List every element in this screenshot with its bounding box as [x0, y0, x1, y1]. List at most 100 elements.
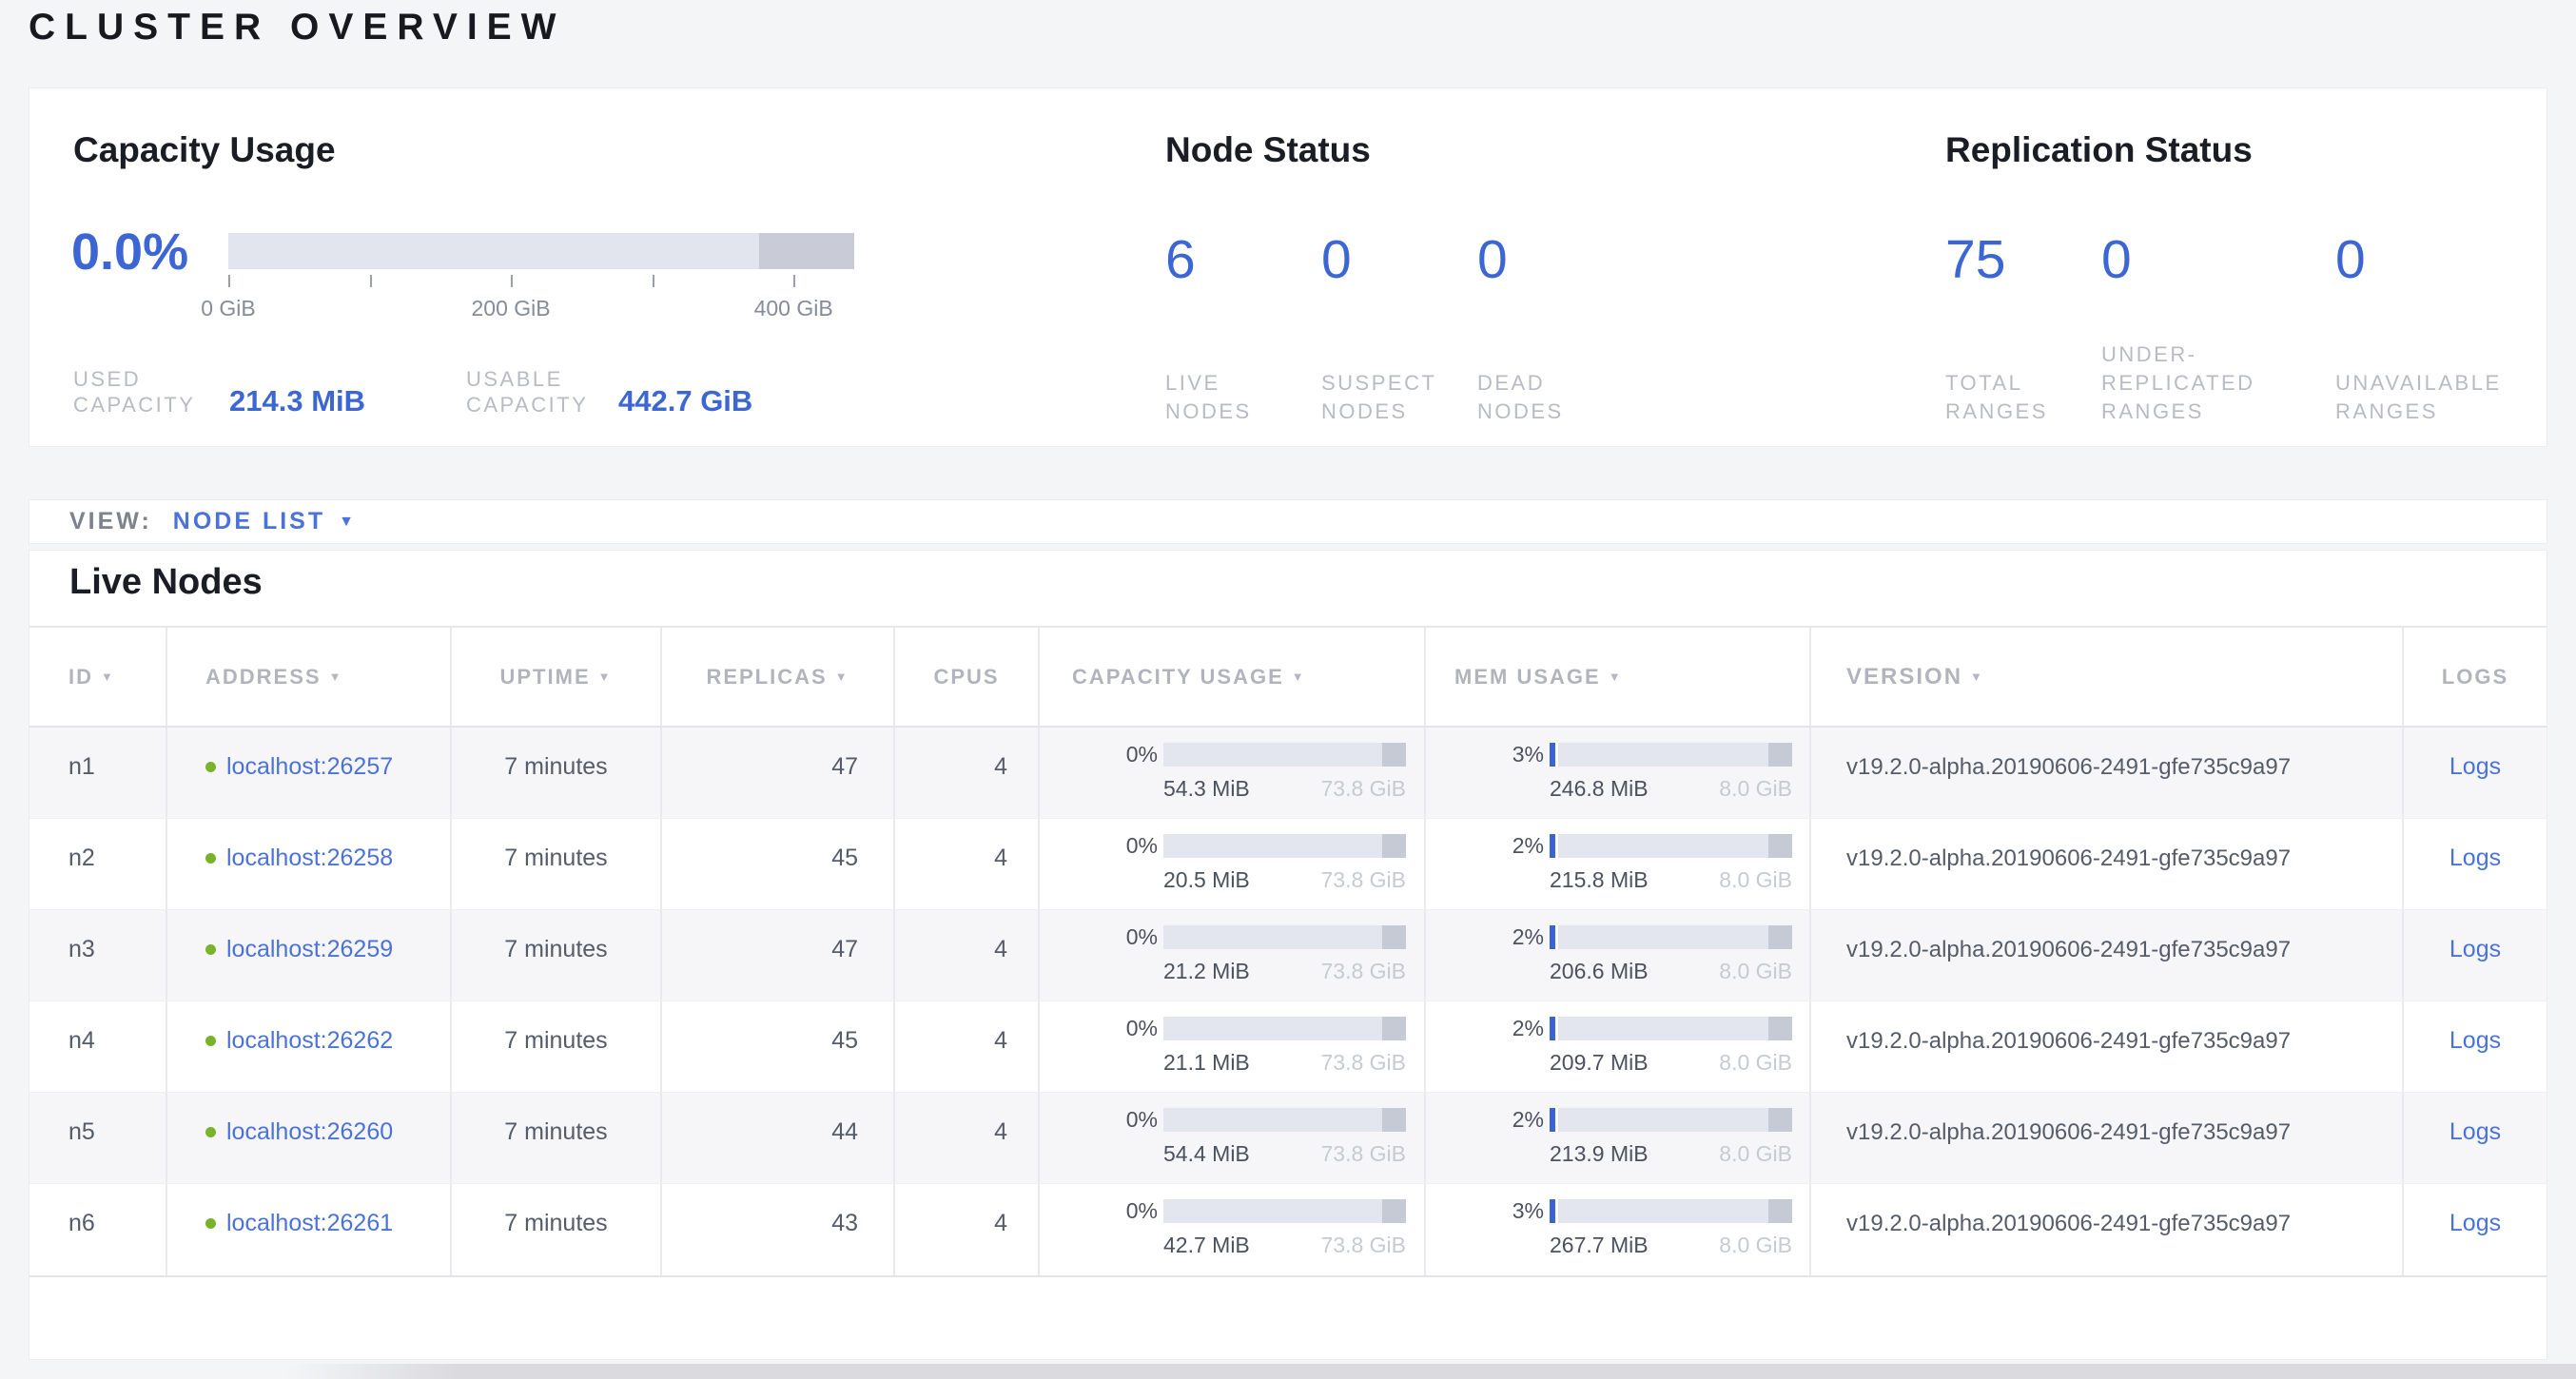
node-live-status-icon — [205, 1218, 216, 1229]
node-id-cell: n5 — [29, 1093, 167, 1183]
mem-usage-cell: 3%267.7 MiB8.0 GiB — [1426, 1184, 1811, 1275]
capacity-usage: 0%21.2 MiB73.8 GiB — [1040, 924, 1424, 984]
node-status-label: SUSPECT NODES — [1321, 369, 1477, 426]
capacity-usage-cell: 0%54.4 MiB73.8 GiB — [1040, 1093, 1426, 1183]
logs-cell: Logs — [2404, 1184, 2547, 1275]
column-header-replicas[interactable]: REPLICAS▼ — [662, 628, 895, 726]
mem-usage-bar-fill — [1550, 834, 1558, 858]
table-row: n4localhost:262627 minutes4540%21.1 MiB7… — [29, 1001, 2547, 1093]
capacity-usage-cell: 0%42.7 MiB73.8 GiB — [1040, 1184, 1426, 1275]
axis-tick — [228, 275, 230, 287]
column-header-id[interactable]: ID ▼ — [29, 628, 167, 726]
mem-usage-total-value: 8.0 GiB — [1719, 776, 1792, 802]
node-live-status-icon — [205, 944, 216, 955]
mem-usage-bar — [1550, 834, 1792, 858]
mem-usage-cell: 3%246.8 MiB8.0 GiB — [1426, 728, 1811, 818]
mem-usage-cell: 2%215.8 MiB8.0 GiB — [1426, 819, 1811, 909]
capacity-usage-bar-reserved — [1382, 925, 1407, 949]
column-header-capacity[interactable]: CAPACITY USAGE▼ — [1040, 628, 1426, 726]
capacity-usage-used-value: 21.2 MiB — [1163, 959, 1250, 984]
capacity-usage-cell: 0%21.1 MiB73.8 GiB — [1040, 1001, 1426, 1092]
mem-usage-bar — [1550, 1199, 1792, 1223]
mem-usage-bar — [1550, 925, 1792, 949]
axis-tick-label: 0 GiB — [201, 296, 256, 321]
capacity-usage-bar — [1163, 1017, 1406, 1040]
chevron-down-icon: ▼ — [339, 515, 354, 530]
address-link[interactable]: localhost:26258 — [226, 845, 393, 871]
capacity-usage-total-value: 73.8 GiB — [1321, 1233, 1407, 1258]
column-header-mem[interactable]: MEM USAGE▼ — [1426, 628, 1811, 726]
capacity-usage-used-value: 54.3 MiB — [1163, 776, 1250, 802]
node-id-cell: n2 — [29, 819, 167, 909]
node-status-label: LIVE NODES — [1165, 369, 1321, 426]
mem-usage-bar-fill — [1550, 1017, 1558, 1040]
address-link[interactable]: localhost:26259 — [226, 936, 393, 962]
mem-usage-bar — [1550, 743, 1792, 767]
uptime-cell: 7 minutes — [452, 910, 662, 1000]
address-link[interactable]: localhost:26260 — [226, 1118, 393, 1145]
mem-usage-bar-reserved — [1768, 925, 1793, 949]
mem-usage: 2%209.7 MiB8.0 GiB — [1426, 1016, 1809, 1076]
uptime-cell: 7 minutes — [452, 1184, 662, 1275]
capacity-usage-percent: 0% — [1040, 924, 1158, 950]
view-selected-option: NODE LIST — [173, 508, 325, 535]
view-selector-dropdown[interactable]: NODE LIST ▼ — [173, 508, 354, 535]
mem-usage-cell: 2%213.9 MiB8.0 GiB — [1426, 1093, 1811, 1183]
capacity-usage: 0%54.3 MiB73.8 GiB — [1040, 742, 1424, 802]
column-header-label: CAPACITY USAGE — [1072, 665, 1284, 690]
sort-caret-icon: ▼ — [835, 670, 849, 684]
capacity-usage-cell: 0%54.3 MiB73.8 GiB — [1040, 728, 1426, 818]
mem-usage-used-value: 206.6 MiB — [1550, 959, 1649, 984]
mem-usage-percent: 2% — [1426, 1107, 1544, 1133]
table-header-row: ID▼ADDRESS▼UPTIME▼REPLICAS▼CPUSCAPACITY … — [29, 626, 2547, 728]
mem-usage-percent: 2% — [1426, 833, 1544, 859]
uptime-cell: 7 minutes — [452, 1001, 662, 1092]
address-link[interactable]: localhost:26262 — [226, 1027, 393, 1054]
bottom-shadow — [285, 1364, 2576, 1379]
logs-link[interactable]: Logs — [2449, 936, 2501, 962]
address-link[interactable]: localhost:26261 — [226, 1210, 393, 1236]
logs-link[interactable]: Logs — [2449, 1027, 2501, 1054]
version-cell: v19.2.0-alpha.20190606-2491-gfe735c9a97 — [1811, 1184, 2404, 1275]
uptime-cell: 7 minutes — [452, 1093, 662, 1183]
replication-value: 75 — [1945, 231, 2101, 288]
capacity-usage-percent: 0% — [1040, 742, 1158, 767]
logs-cell: Logs — [2404, 1093, 2547, 1183]
capacity-stats: USED CAPACITY 214.3 MiB USABLE CAPACITY … — [73, 366, 752, 418]
node-live-status-icon — [205, 1036, 216, 1046]
replicas-cell: 45 — [662, 1001, 895, 1092]
node-status-stats: 6LIVE NODES0SUSPECT NODES0DEAD NODES — [1165, 231, 1633, 426]
node-status-stat: 6 LIVE NODES — [1165, 231, 1321, 426]
view-label: VIEW: — [69, 508, 152, 535]
sort-caret-icon: ▼ — [101, 670, 115, 684]
capacity-usage-bar-reserved — [1382, 834, 1407, 858]
mem-usage-used-value: 246.8 MiB — [1550, 776, 1649, 802]
capacity-usage-percent: 0% — [1040, 1198, 1158, 1224]
version-cell: v19.2.0-alpha.20190606-2491-gfe735c9a97 — [1811, 1001, 2404, 1092]
capacity-usage-title: Capacity Usage — [73, 131, 336, 169]
logs-link[interactable]: Logs — [2449, 845, 2501, 871]
replication-stat: 75TOTAL RANGES — [1945, 231, 2101, 426]
column-header-label: ID — [68, 665, 93, 690]
replicas-cell: 47 — [662, 910, 895, 1000]
capacity-usage-bar — [1163, 743, 1406, 767]
logs-link[interactable]: Logs — [2449, 753, 2501, 780]
capacity-usage-cell: 0%21.2 MiB73.8 GiB — [1040, 910, 1426, 1000]
node-status-value: 6 — [1165, 231, 1321, 288]
mem-usage-bar-fill — [1550, 1199, 1558, 1223]
replication-status-stats: 75TOTAL RANGES0UNDER- REPLICATED RANGES0… — [1945, 231, 2491, 426]
mem-usage-cell: 2%209.7 MiB8.0 GiB — [1426, 1001, 1811, 1092]
node-status-value: 0 — [1477, 231, 1633, 288]
capacity-usage-bar-reserved — [1382, 1108, 1407, 1132]
logs-link[interactable]: Logs — [2449, 1118, 2501, 1145]
column-header-address[interactable]: ADDRESS▼ — [167, 628, 452, 726]
column-header-uptime[interactable]: UPTIME▼ — [452, 628, 662, 726]
column-header-version[interactable]: VERSION▼ — [1811, 628, 2404, 726]
node-live-status-icon — [205, 853, 216, 864]
capacity-usage: 0%42.7 MiB73.8 GiB — [1040, 1198, 1424, 1258]
replication-stat: 0UNAVAILABLE RANGES — [2335, 231, 2491, 426]
capacity-usage-used-value: 20.5 MiB — [1163, 867, 1250, 893]
replication-label: UNAVAILABLE RANGES — [2335, 369, 2491, 426]
address-link[interactable]: localhost:26257 — [226, 753, 393, 780]
logs-link[interactable]: Logs — [2449, 1210, 2501, 1236]
